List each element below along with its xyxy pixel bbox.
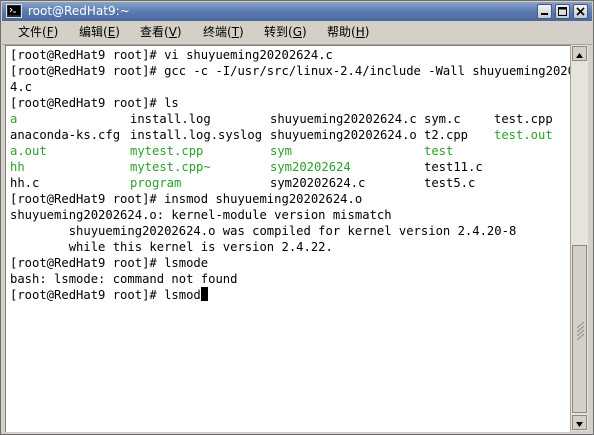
ls-entry: anaconda-ks.cfg [10,128,121,142]
ls-entry: test5.c [424,176,476,190]
terminal-line: 4.c [10,80,33,94]
terminal-line: [root@RedHat9 root]# insmod shuyueming20… [10,192,363,206]
terminal-line: shuyueming20202624.o: kernel-module vers… [10,208,392,222]
terminal-line: [root@RedHat9 root]# gcc -c -I/usr/src/l… [10,64,570,78]
ls-entry: hh [10,160,25,174]
title-bar[interactable]: root@RedHat9:~ [2,2,592,21]
terminal-window: root@RedHat9:~ 文件(F) 编辑(E) 查看(V) 终端(T) 转… [0,0,594,435]
menu-terminal[interactable]: 终端(T) [203,24,244,41]
ls-entry: test.out [494,128,553,142]
ls-entry: test.cpp [494,112,553,126]
ls-entry: install.log [130,112,211,126]
minimize-icon [541,13,548,15]
terminal-output[interactable]: [root@RedHat9 root]# vi shuyueming202026… [5,45,570,432]
close-icon [576,7,585,16]
ls-entry: sym20202624.c [270,176,366,190]
prompt-text: [root@RedHat9 root]# lsmod [10,288,201,302]
terminal-line: bash: lsmode: command not found [10,272,238,286]
terminal-line: while this kernel is version 2.4.22. [10,240,333,254]
minimize-button[interactable] [537,4,552,19]
ls-entry: sym [270,144,293,158]
ls-entry: hh.c [10,176,40,190]
ls-entry: sym20202624 [270,160,351,174]
terminal-line: shuyueming20202624.o was compiled for ke… [10,224,517,238]
ls-entry: a.out [10,144,47,158]
text-cursor [200,287,208,301]
vertical-scrollbar[interactable] [570,45,588,431]
scrollbar-thumb[interactable] [572,245,587,413]
menu-go[interactable]: 转到(G) [264,24,307,41]
scroll-down-button[interactable] [572,415,587,430]
ls-entry: program [130,176,182,190]
arrow-down-icon [576,422,583,427]
ls-entry: test [424,144,454,158]
menu-view[interactable]: 查看(V) [140,24,182,41]
ls-entry: test11.c [424,160,483,174]
maximize-icon [558,7,567,16]
ls-entry: sym.c [424,112,461,126]
arrow-up-icon [576,53,583,58]
terminal-line: [root@RedHat9 root]# lsmode [10,256,209,270]
scroll-up-button[interactable] [572,46,587,61]
ls-entry: t2.cpp [424,128,469,142]
terminal-app-icon [6,4,22,18]
terminal-prompt-line: [root@RedHat9 root]# lsmod [10,287,208,303]
menu-edit[interactable]: 编辑(E) [79,24,120,41]
terminal-line: [root@RedHat9 root]# ls [10,96,179,110]
ls-entry: mytest.cpp [130,144,204,158]
ls-entry: a [10,112,18,126]
menu-file[interactable]: 文件(F) [18,24,58,41]
ls-entry: shuyueming20202624.c [270,112,417,126]
terminal-line: [root@RedHat9 root]# vi shuyueming202026… [10,48,333,62]
window-title: root@RedHat9:~ [28,4,130,18]
grip-icon [577,321,584,340]
ls-entry: shuyueming20202624.o [270,128,417,142]
ls-entry: mytest.cpp~ [130,160,211,174]
maximize-button[interactable] [555,4,570,19]
ls-entry: install.log.syslog [130,128,263,142]
menu-bar: 文件(F) 编辑(E) 查看(V) 终端(T) 转到(G) 帮助(H) [2,21,592,45]
menu-help[interactable]: 帮助(H) [327,24,369,41]
close-button[interactable] [573,4,588,19]
